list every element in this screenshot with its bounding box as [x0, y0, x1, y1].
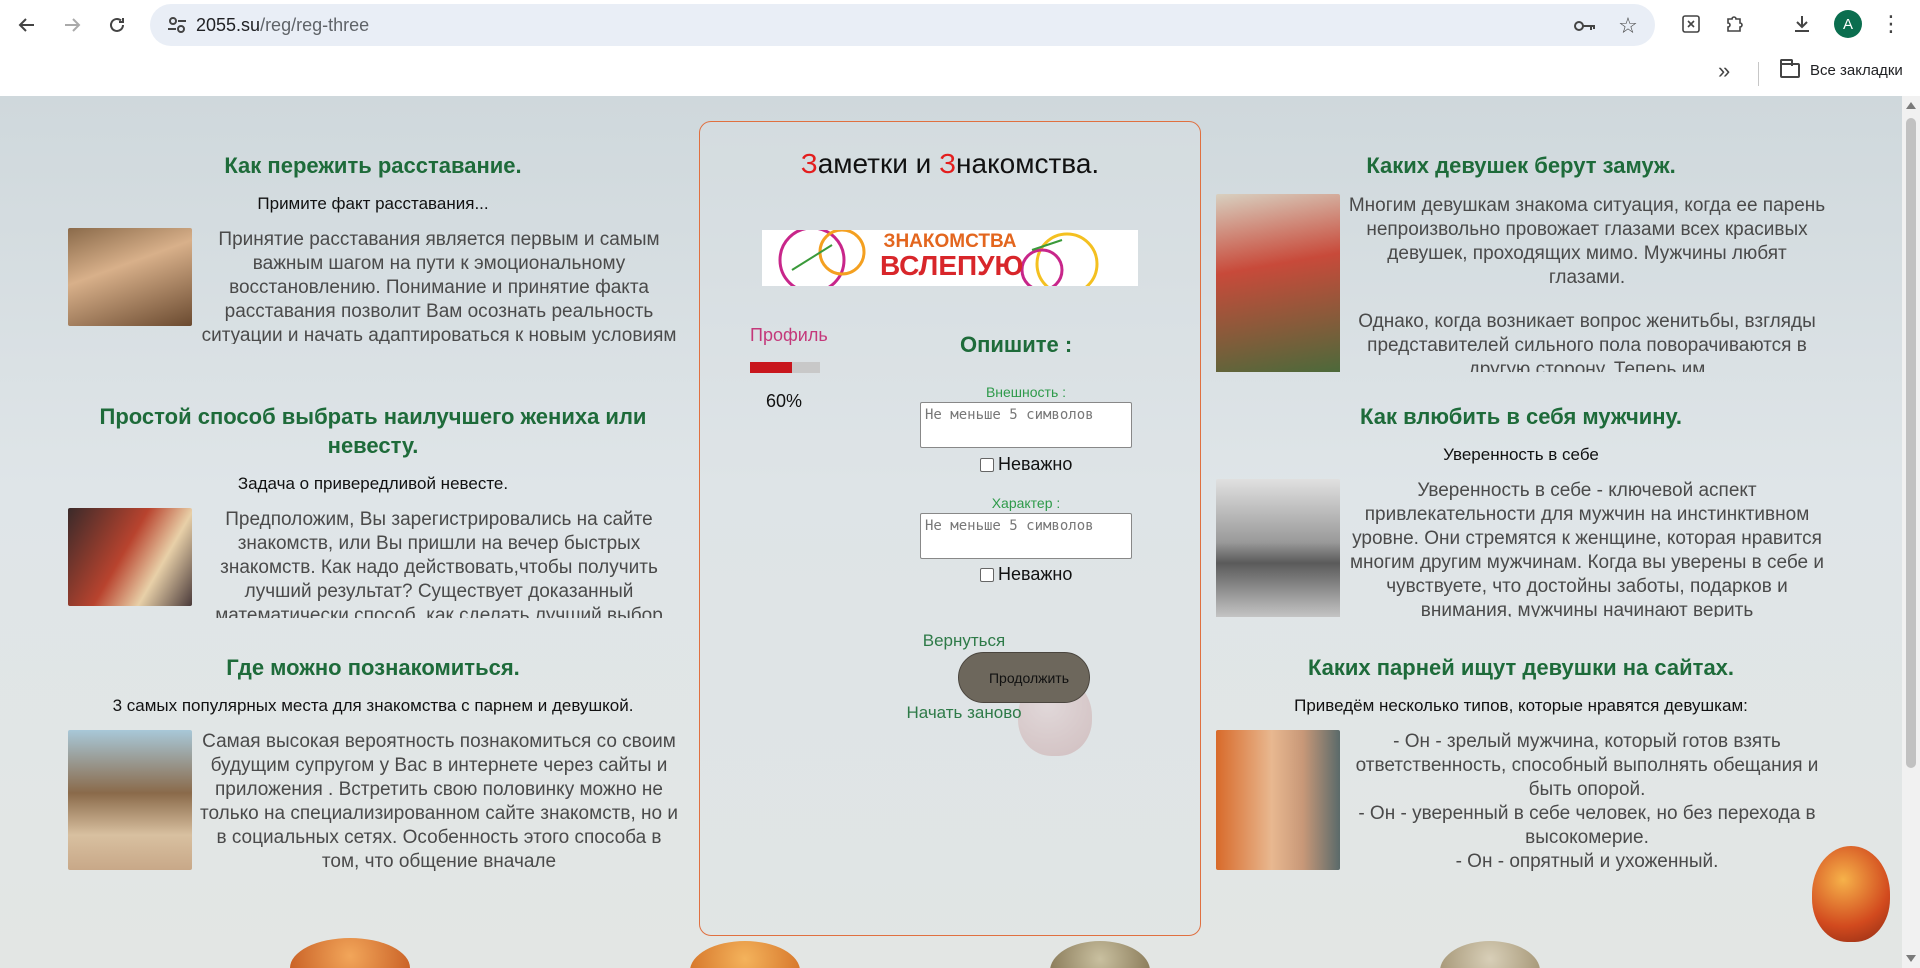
download-icon[interactable]: [1787, 9, 1817, 39]
all-bookmarks-label: Все закладки: [1810, 62, 1903, 79]
balloon-decoration: [690, 941, 800, 968]
scroll-up-arrow-icon[interactable]: [1906, 102, 1916, 109]
url-path: /reg/reg-three: [260, 15, 370, 35]
checkbox-label: Неважно: [998, 564, 1073, 584]
article-where-to-meet: Где можно познакомиться. 3 самых популяр…: [68, 653, 678, 872]
progress-percent: 60%: [766, 391, 803, 411]
balloon-decoration: [1440, 941, 1540, 968]
folder-icon: [1780, 59, 1800, 78]
character-checkbox[interactable]: [980, 567, 994, 582]
page-scrollbar[interactable]: [1902, 96, 1920, 968]
site-settings-icon[interactable]: [166, 14, 188, 36]
address-bar[interactable]: 2055.su/reg/reg-three ☆: [150, 4, 1655, 46]
title-text: аметки и: [817, 148, 940, 179]
article-lead: 3 самых популярных места для знакомства …: [112, 696, 634, 715]
article-title[interactable]: Каких девушек берут замуж.: [1216, 151, 1826, 180]
character-label: Характер :: [991, 495, 1061, 511]
article-title[interactable]: Как влюбить в себя мужчину.: [1216, 402, 1826, 431]
article-breakup: Как пережить расставание. Примите факт р…: [68, 151, 678, 344]
article-lead: Задача о привередливой невесте.: [237, 474, 509, 493]
article-title[interactable]: Простой способ выбрать наилучшего жениха…: [68, 402, 678, 460]
url-host: 2055.su: [196, 15, 261, 35]
continue-button[interactable]: Продолжить: [958, 652, 1090, 703]
banner-text-1: ЗНАКОМСТВА: [883, 231, 1017, 252]
bookmark-star-icon[interactable]: ☆: [1615, 13, 1641, 39]
banner-text-2: ВСЛЕПУЮ: [880, 250, 1024, 281]
article-choose-partner: Простой способ выбрать наилучшего жениха…: [68, 402, 678, 618]
url-text[interactable]: 2055.su/reg/reg-three: [196, 15, 369, 36]
menu-kebab-icon[interactable]: ⋮: [1876, 9, 1906, 39]
article-which-girls-marry: Каких девушек берут замуж. Многим девушк…: [1216, 151, 1826, 372]
browser-toolbar: 2055.su/reg/reg-three ☆ A ⋮: [0, 0, 1920, 50]
article-lead: Приведём несколько типов, которые нравят…: [1294, 696, 1748, 715]
article-image[interactable]: [1216, 194, 1340, 372]
back-arrow-icon[interactable]: [10, 10, 44, 40]
reload-icon[interactable]: [100, 10, 134, 40]
profile-link[interactable]: Профиль: [750, 325, 828, 346]
article-title[interactable]: Где можно познакомиться.: [68, 653, 678, 682]
forward-arrow-icon[interactable]: [55, 10, 89, 40]
appearance-doesnt-matter[interactable]: Неважно: [980, 454, 1072, 475]
article-lead: Уверенность в себе: [1443, 445, 1599, 464]
balloon-decoration: [1050, 941, 1150, 968]
bookmarks-bar: » Все закладки: [0, 50, 1920, 96]
profile-progress-bar: [750, 362, 820, 373]
article-image[interactable]: [68, 228, 192, 326]
dating-banner[interactable]: ЗНАКОМСТВА ВСЛЕПУЮ: [762, 230, 1138, 286]
registration-card: Заметки и Знакомства. ЗНАКОМСТВА ВСЛЕПУЮ…: [699, 121, 1201, 936]
all-bookmarks-folder[interactable]: Все закладки: [1780, 59, 1903, 79]
scroll-down-arrow-icon[interactable]: [1906, 955, 1916, 962]
character-textarea[interactable]: Не меньше 5 символов: [920, 513, 1132, 559]
title-letter: З: [800, 148, 818, 179]
article-image[interactable]: [68, 508, 192, 606]
article-lead: Примите факт расставания...: [257, 194, 489, 213]
bookmarks-divider: [1758, 62, 1759, 86]
article-title[interactable]: Как пережить расставание.: [68, 151, 678, 180]
title-letter: З: [939, 148, 957, 179]
article-image[interactable]: [68, 730, 192, 870]
article-title[interactable]: Каких парней ищут девушки на сайтах.: [1216, 653, 1826, 682]
title-text: накомства.: [956, 148, 1100, 179]
article-what-guys-girls-seek: Каких парней ищут девушки на сайтах. При…: [1216, 653, 1826, 875]
profile-avatar[interactable]: A: [1834, 10, 1862, 38]
appearance-textarea[interactable]: Не меньше 5 символов: [920, 402, 1132, 448]
article-make-man-fall: Как влюбить в себя мужчину. Уверенность …: [1216, 402, 1826, 617]
password-key-icon[interactable]: [1572, 13, 1598, 39]
back-link[interactable]: Вернуться: [700, 631, 1200, 651]
restart-link[interactable]: Начать заново: [700, 703, 1200, 723]
bookmarks-overflow-icon[interactable]: »: [1718, 58, 1730, 84]
article-image[interactable]: [1216, 730, 1340, 870]
page-viewport: Как пережить расставание. Примите факт р…: [0, 96, 1902, 968]
balloon-decoration: [290, 938, 410, 968]
checkbox-label: Неважно: [998, 454, 1073, 474]
character-doesnt-matter[interactable]: Неважно: [980, 564, 1072, 585]
appearance-label: Внешность :: [985, 384, 1067, 400]
extensions-puzzle-icon[interactable]: [1720, 9, 1750, 39]
progress-fill: [750, 362, 792, 373]
scrollbar-thumb[interactable]: [1906, 118, 1916, 768]
card-title: Заметки и Знакомства.: [700, 148, 1200, 180]
appearance-checkbox[interactable]: [980, 457, 994, 472]
describe-heading: Опишите :: [960, 332, 1073, 357]
tab-close-extension-icon[interactable]: [1676, 9, 1706, 39]
article-image[interactable]: [1216, 479, 1340, 617]
